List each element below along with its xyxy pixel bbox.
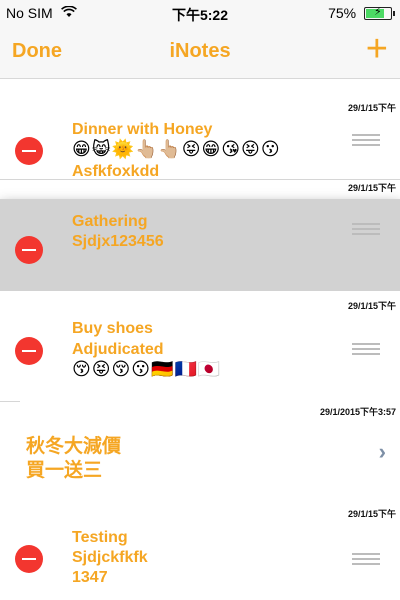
note-row-dragging[interactable]: 29/1/15下午 Gathering Sjdjx123456 (0, 183, 400, 292)
battery-icon: ⚡ (364, 6, 395, 20)
note-row[interactable]: 29/1/15下午 Dinner with Honey 😁😸🌞👆🏼👆🏼😝😁😘😝😗… (0, 79, 400, 180)
delete-icon[interactable] (15, 236, 43, 264)
note-title: Dinner with Honey (72, 121, 213, 138)
note-date: 29/1/15下午 (347, 103, 396, 113)
disclosure-chevron-icon[interactable]: › (379, 439, 386, 465)
note-row[interactable]: 29/1/15下午 Testing Sjdjckfkfk 1347 (0, 499, 400, 600)
note-line: 1347 (72, 569, 108, 586)
delete-icon[interactable] (15, 137, 43, 165)
note-line: 買一送三 (26, 460, 103, 481)
reorder-handle-icon[interactable] (352, 223, 380, 235)
note-date: 29/1/2015下午3:57 (319, 407, 396, 417)
navigation-bar: Done iNotes + (0, 26, 400, 79)
reorder-handle-icon[interactable] (352, 343, 380, 355)
note-line: Adjudicated (72, 341, 164, 358)
note-date: 29/1/15下午 (347, 509, 396, 519)
note-line: Asfkfoxkdd (72, 163, 160, 180)
battery-tip (393, 11, 395, 16)
note-title: 秋冬大減價 (26, 436, 122, 457)
note-line: Sjdjx123456 (72, 233, 164, 250)
done-button[interactable]: Done (12, 40, 62, 63)
note-emoji-line: 😚😝😚😗🇩🇪🇫🇷🇯🇵 (72, 359, 222, 379)
note-title: Buy shoes (72, 320, 153, 337)
note-line: Sjdjckfkfk (72, 549, 148, 566)
delete-icon[interactable] (15, 545, 43, 573)
reorder-handle-icon[interactable] (352, 134, 380, 146)
note-date: 29/1/15下午 (347, 183, 396, 193)
note-row[interactable]: 29/1/15下午 Buy shoes Adjudicated 😚😝😚😗🇩🇪🇫🇷… (0, 291, 400, 402)
note-row[interactable]: 29/1/2015下午3:57 秋冬大減價 買一送三 › (20, 401, 400, 500)
note-emoji-line: 😁😸🌞👆🏼👆🏼😝😁😘😝😗 (72, 139, 281, 159)
charging-bolt-icon: ⚡ (374, 6, 382, 18)
delete-icon[interactable] (15, 337, 43, 365)
note-title: Testing (72, 529, 128, 546)
add-note-button[interactable]: + (366, 30, 388, 68)
battery-percent: 75% (328, 5, 357, 21)
note-title: Gathering (72, 213, 148, 230)
battery-indicator: 75% ⚡ (328, 5, 395, 21)
status-bar: No SIM 下午5:22 75% ⚡ (0, 0, 400, 26)
reorder-handle-icon[interactable] (352, 553, 380, 565)
note-date: 29/1/15下午 (347, 301, 396, 311)
notes-list: 29/1/15下午 Dinner with Honey 😁😸🌞👆🏼👆🏼😝😁😘😝😗… (0, 79, 400, 600)
